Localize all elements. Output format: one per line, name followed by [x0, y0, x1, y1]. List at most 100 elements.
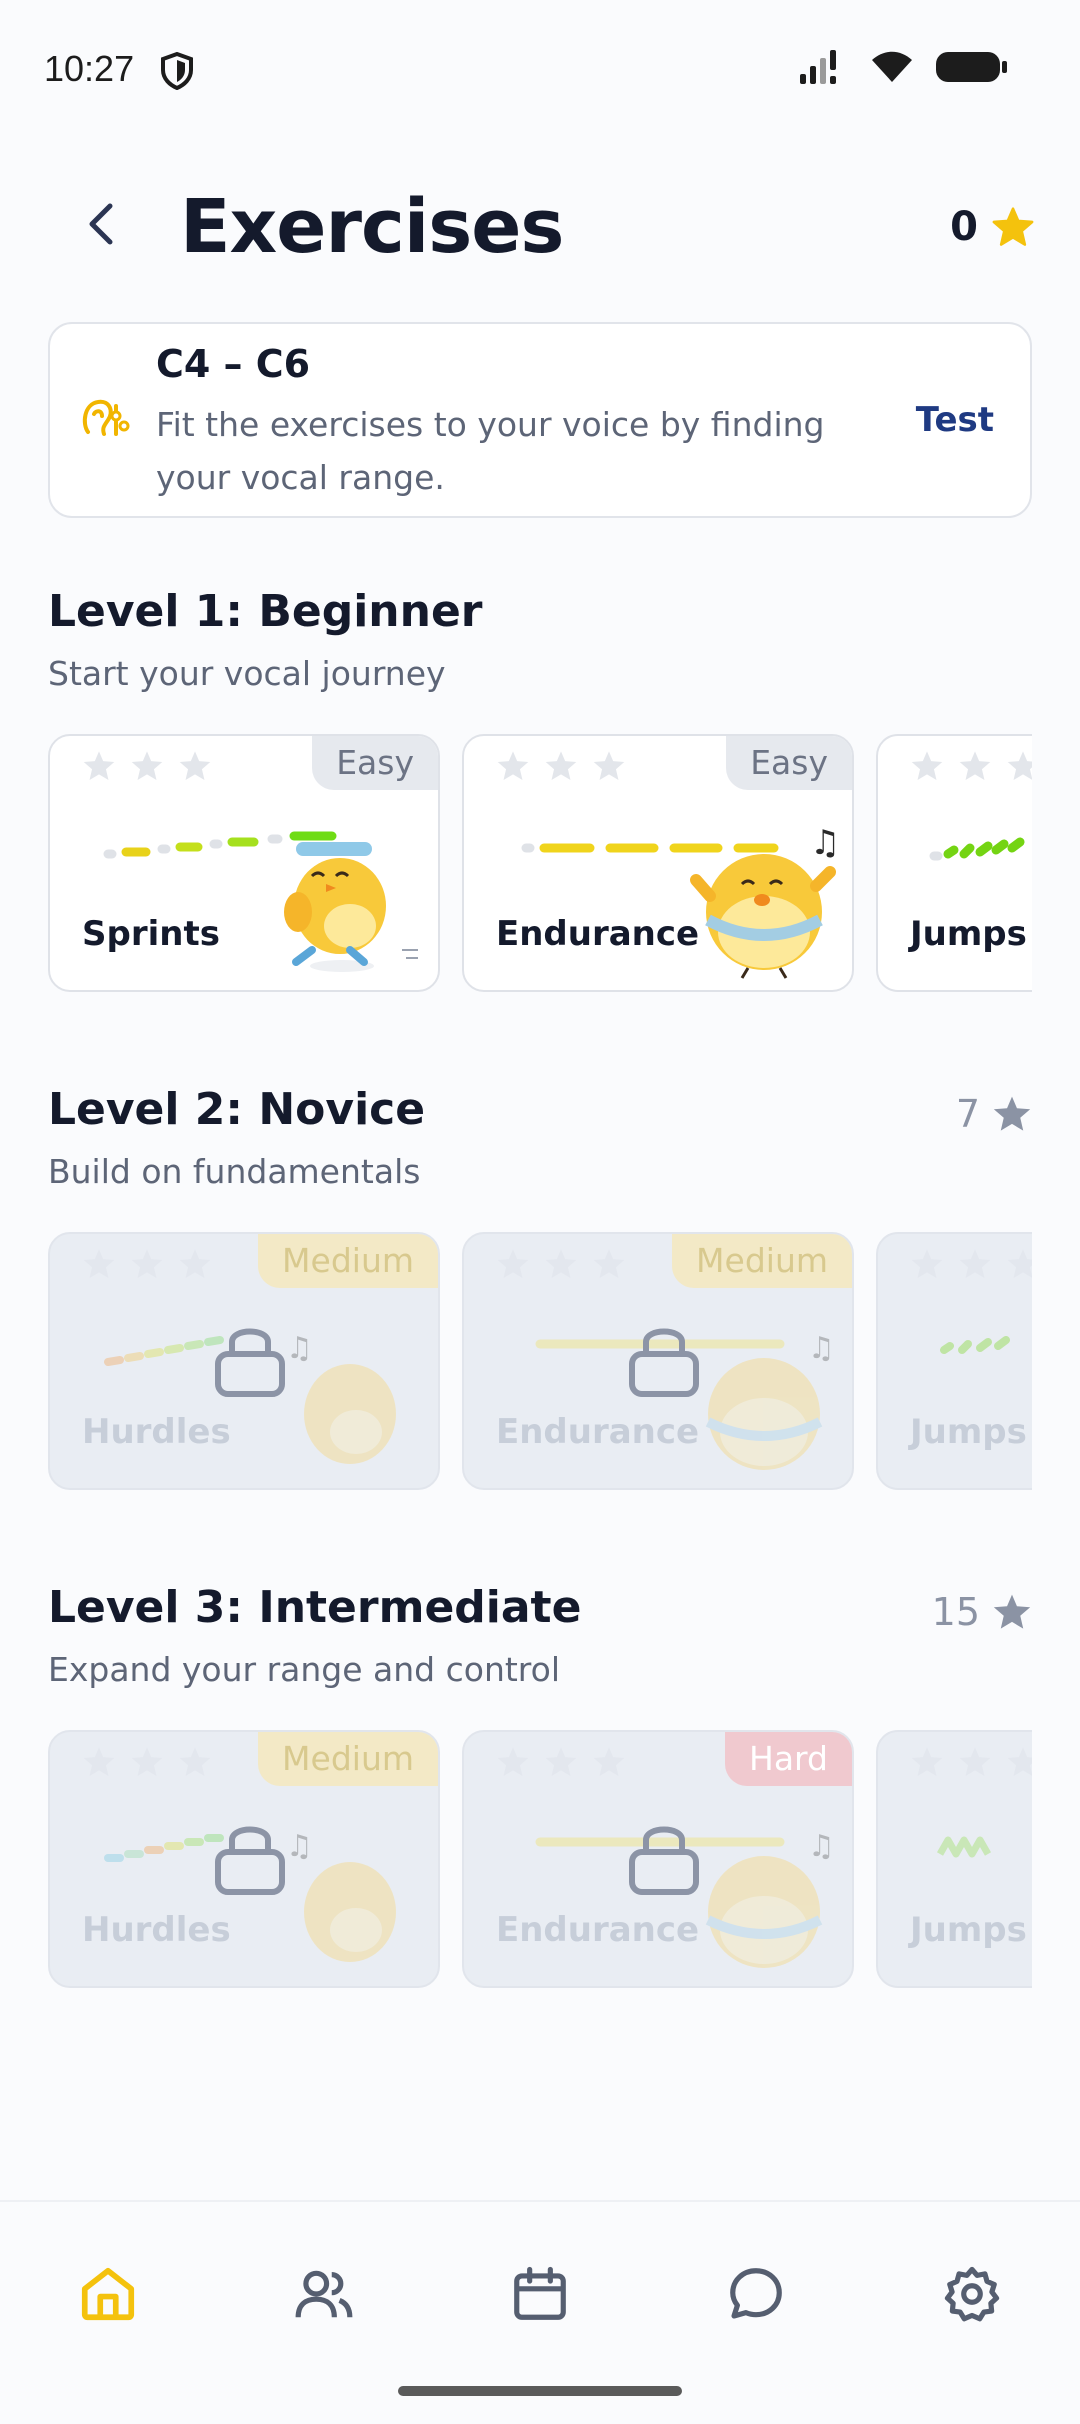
star-icon: [179, 751, 211, 781]
lock-icon: [626, 1818, 702, 1902]
svg-text:♫: ♫: [286, 1331, 313, 1366]
exercise-card-endurance[interactable]: ♫ Hard Endurance: [462, 1730, 854, 1988]
required-stars: 15: [932, 1590, 1032, 1634]
exercise-name: Sprints: [82, 914, 220, 954]
level-subtitle: Expand your range and control: [48, 1650, 560, 1689]
star-icon: [497, 751, 529, 781]
exercise-card-jumps[interactable]: Jumps: [876, 1730, 1032, 1988]
lock-icon: [626, 1320, 702, 1404]
svg-text:♫: ♫: [808, 1829, 835, 1864]
difficulty-badge: Easy: [312, 736, 438, 790]
difficulty-badge: Medium: [258, 1234, 438, 1288]
difficulty-badge: Easy: [726, 736, 852, 790]
test-range-button[interactable]: Test: [916, 400, 994, 440]
exercise-card-endurance[interactable]: ♫ Easy Endurance: [462, 734, 854, 992]
page-title: Exercises: [180, 184, 564, 270]
exercise-carousel[interactable]: ♫ Medium Hurdles ♫: [48, 1730, 1032, 1990]
signal-icon: [798, 50, 848, 88]
exercise-card-hurdles[interactable]: ♫ Medium Hurdles: [48, 1232, 440, 1490]
star-icon: [1007, 751, 1032, 781]
header: Exercises 0: [0, 170, 1080, 290]
svg-text:♫: ♫: [286, 1829, 313, 1864]
difficulty-badge: Medium: [258, 1732, 438, 1786]
exercise-card-sprints[interactable]: Easy Sprints: [48, 734, 440, 992]
star-icon: [131, 751, 163, 781]
star-icon: [959, 751, 991, 781]
lock-icon: [212, 1818, 288, 1902]
level-title: Level 3: Intermediate: [48, 1582, 582, 1633]
exercise-stars: [496, 1248, 626, 1280]
required-stars: 7: [956, 1092, 1032, 1136]
wifi-icon: [870, 50, 914, 88]
exercise-name: Endurance: [496, 1412, 700, 1452]
nav-settings[interactable]: [932, 2254, 1012, 2334]
level-subtitle: Start your vocal journey: [48, 654, 446, 693]
exercise-name: Jumps: [910, 914, 1027, 954]
exercise-name: Hurdles: [82, 1412, 231, 1452]
star-icon: [911, 751, 943, 781]
svg-text:♫: ♫: [810, 823, 840, 863]
settings-icon: [944, 2266, 1000, 2322]
star-icon: [179, 1747, 211, 1777]
vocal-range-icon: [80, 394, 130, 448]
exercise-name: Jumps: [910, 1910, 1027, 1950]
status-time: 10:27: [44, 48, 135, 89]
exercise-card-jumps[interactable]: Jumps: [876, 734, 1032, 992]
exercise-name: Endurance: [496, 1910, 700, 1950]
level-subtitle: Build on fundamentals: [48, 1152, 421, 1191]
exercise-card-hurdles[interactable]: ♫ Medium Hurdles: [48, 1730, 440, 1988]
exercise-card-jumps[interactable]: Jumps: [876, 1232, 1032, 1490]
exercise-stars: [910, 750, 1032, 782]
exercise-stars: [910, 1248, 1032, 1280]
exercise-stars: [910, 1746, 1032, 1778]
star-icon: [593, 1249, 625, 1279]
status-bar: 10:27: [0, 0, 1080, 140]
level-title: Level 1: Beginner: [48, 586, 483, 637]
star-icon: [1007, 1249, 1032, 1279]
lock-icon: [212, 1320, 288, 1404]
exercise-carousel[interactable]: Easy Sprints ♫ Easy Endurance Jumps: [48, 734, 1032, 994]
level-title: Level 2: Novice: [48, 1084, 426, 1135]
exercise-name: Hurdles: [82, 1910, 231, 1950]
nav-calendar[interactable]: [500, 2254, 580, 2334]
nav-community[interactable]: [284, 2254, 364, 2334]
star-icon: [593, 1747, 625, 1777]
shield-icon: [160, 51, 194, 94]
exercise-carousel[interactable]: ♫ Medium Hurdles ♫: [48, 1232, 1032, 1492]
calendar-icon: [514, 2266, 566, 2320]
star-icon: [545, 1747, 577, 1777]
vocal-range-card[interactable]: C4 – C6 Fit the exercises to your voice …: [48, 322, 1032, 518]
back-button[interactable]: [68, 192, 132, 256]
star-icon: [179, 1249, 211, 1279]
difficulty-badge: Medium: [672, 1234, 852, 1288]
star-icon: [83, 751, 115, 781]
star-icon: [993, 1594, 1031, 1629]
exercise-stars: [82, 1248, 212, 1280]
vocal-range-description: Fit the exercises to your voice by findi…: [156, 405, 825, 497]
star-icon: [959, 1747, 991, 1777]
difficulty-badge: Hard: [725, 1732, 852, 1786]
required-stars-count: 15: [931, 1590, 980, 1634]
exercise-stars: [496, 750, 626, 782]
svg-text:♫: ♫: [808, 1331, 835, 1366]
exercise-name: Jumps: [910, 1412, 1027, 1452]
star-icon: [959, 1249, 991, 1279]
nav-chat[interactable]: [716, 2254, 796, 2334]
vocal-range-value: C4 – C6: [156, 342, 311, 386]
chat-icon: [730, 2268, 782, 2319]
star-icon: [992, 207, 1034, 246]
star-icon: [545, 1249, 577, 1279]
star-icon: [83, 1747, 115, 1777]
exercise-stars: [496, 1746, 626, 1778]
star-icon: [1007, 1747, 1032, 1777]
star-icon: [497, 1747, 529, 1777]
star-icon: [993, 1096, 1031, 1131]
star-icon: [497, 1249, 529, 1279]
exercise-stars: [82, 1746, 212, 1778]
star-icon: [131, 1249, 163, 1279]
star-icon: [83, 1249, 115, 1279]
nav-home[interactable]: [68, 2254, 148, 2334]
exercise-card-endurance[interactable]: ♫ Medium Endurance: [462, 1232, 854, 1490]
star-icon: [545, 751, 577, 781]
exercise-stars: [82, 750, 212, 782]
